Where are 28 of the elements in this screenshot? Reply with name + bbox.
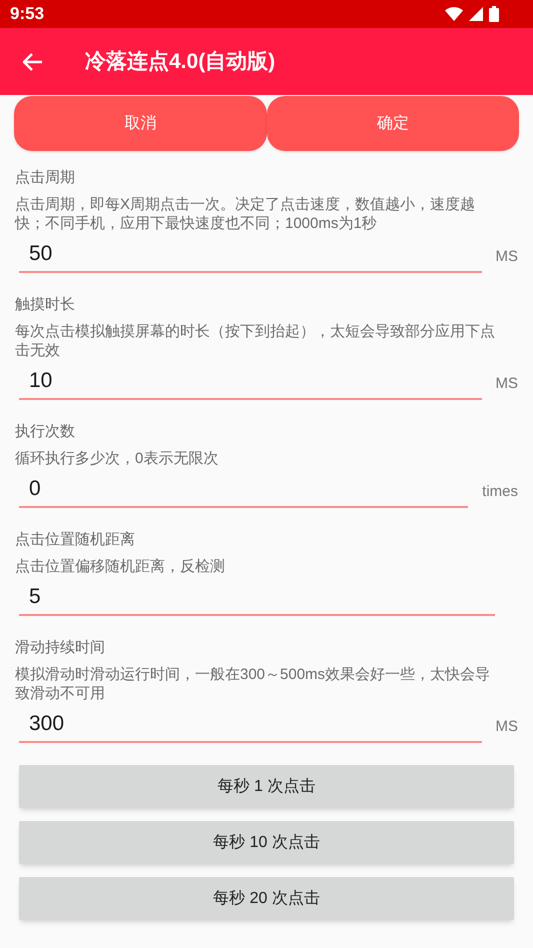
status-time: 9:53 [10, 3, 44, 26]
input-field[interactable]: 50 [19, 237, 482, 273]
setting-description: 点击周期，即每X周期点击一次。决定了点击速度，数值越小，速度越快；不同手机，应用下最快速度也不同；1000ms为1秒 [15, 195, 476, 233]
preset-button[interactable]: 每秒 1 次点击 [19, 765, 514, 808]
app-title: 冷落连点4.0(自动版) [85, 48, 276, 75]
setting-description: 循环执行多少次，0表示无限次 [15, 449, 220, 468]
input-field[interactable]: 0 [19, 472, 468, 508]
unit-label: MS [496, 716, 518, 736]
setting-label: 执行次数 [15, 422, 76, 442]
input-field[interactable]: 5 [19, 580, 495, 616]
preset-button[interactable]: 每秒 10 次点击 [19, 821, 514, 864]
signal-icon [469, 7, 483, 21]
setting-description: 模拟滑动时滑动运行时间，一般在300～500ms效果会好一些，太快会导致滑动不可用 [15, 665, 492, 703]
back-icon[interactable] [23, 52, 43, 70]
setting-description: 点击位置偏移随机距离，反检测 [15, 557, 226, 576]
setting-label: 触摸时长 [15, 295, 76, 315]
unit-label: MS [496, 246, 518, 266]
input-field[interactable]: 10 [19, 364, 482, 400]
preset-button[interactable]: 每秒 20 次点击 [19, 877, 514, 920]
wifi-icon [445, 7, 463, 21]
setting-label: 滑动持续时间 [15, 638, 106, 658]
setting-description: 每次点击模拟触摸屏幕的时长（按下到抬起），太短会导致部分应用下点击无效 [15, 322, 496, 360]
setting-label: 点击周期 [15, 168, 76, 188]
unit-label: MS [496, 374, 518, 394]
battery-icon [489, 6, 499, 22]
input-field[interactable]: 300 [19, 707, 482, 743]
unit-label: times [482, 482, 518, 502]
setting-label: 点击位置随机距离 [15, 530, 136, 550]
